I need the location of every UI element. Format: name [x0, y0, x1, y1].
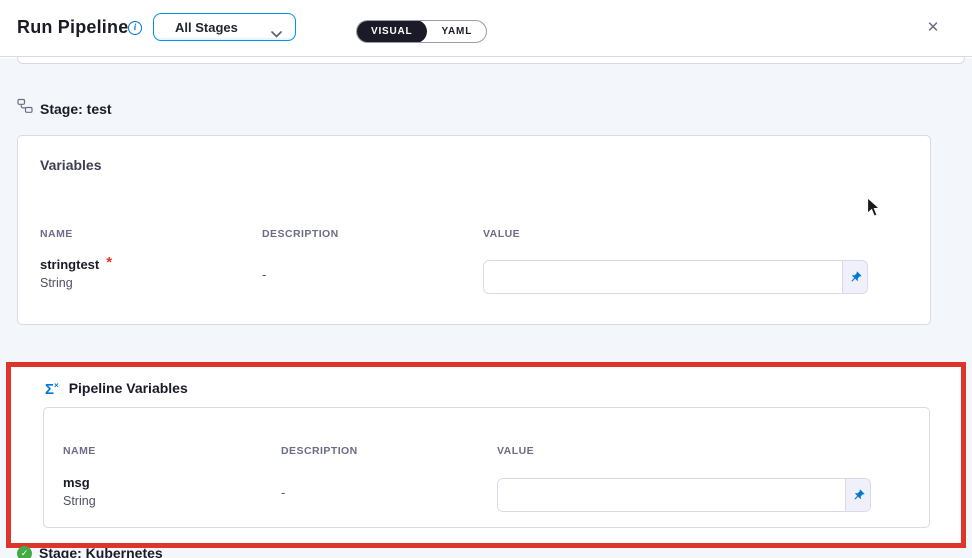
value-input-group	[483, 260, 868, 294]
tab-yaml[interactable]: YAML	[427, 26, 486, 37]
pipeline-variables-card: NAME DESCRIPTION VALUE msg String -	[43, 407, 930, 528]
stage-test-heading: Stage: test	[17, 98, 112, 119]
stage-selector-value: All Stages	[154, 20, 238, 35]
variable-name: msg	[63, 475, 90, 490]
table-row: msg String	[63, 475, 96, 508]
variable-name: stringtest	[40, 257, 99, 272]
run-pipeline-dialog: Run Pipeline i All Stages VISUAL YAML ✕	[0, 0, 972, 558]
dialog-header: Run Pipeline i All Stages VISUAL YAML ✕	[0, 0, 972, 57]
tab-visual[interactable]: VISUAL	[356, 20, 427, 43]
chevron-down-icon	[271, 25, 282, 43]
stage-icon	[17, 98, 33, 119]
column-header-value: VALUE	[483, 228, 520, 240]
pin-input-type-button[interactable]	[842, 261, 867, 293]
scrolled-card-fragment	[17, 57, 965, 64]
variable-type: String	[40, 276, 112, 290]
variables-card: Variables NAME DESCRIPTION VALUE stringt…	[17, 135, 931, 325]
info-icon[interactable]: i	[128, 21, 142, 35]
stage-kubernetes-heading: ✓ Stage: Kubernetes	[17, 545, 163, 558]
dialog-content: Stage: test Variables NAME DESCRIPTION V…	[0, 58, 972, 558]
variable-description: -	[281, 485, 285, 500]
close-icon[interactable]: ✕	[920, 15, 946, 41]
pipeline-variables-heading: Σ× Pipeline Variables	[45, 379, 188, 397]
required-asterisk: *	[106, 257, 112, 269]
stringtest-value-input[interactable]	[484, 261, 842, 293]
column-header-value: VALUE	[497, 445, 534, 457]
variable-description: -	[262, 267, 266, 282]
pushpin-icon	[846, 268, 864, 286]
pipeline-variables-highlight: Σ× Pipeline Variables NAME DESCRIPTION V…	[6, 362, 966, 548]
stage-selector-dropdown[interactable]: All Stages	[153, 13, 296, 41]
column-header-name: NAME	[40, 228, 73, 240]
stage-kubernetes-label: Stage: Kubernetes	[39, 545, 163, 558]
msg-value-input[interactable]	[498, 479, 845, 511]
column-header-name: NAME	[63, 445, 96, 457]
column-header-description: DESCRIPTION	[262, 228, 339, 240]
pin-input-type-button[interactable]	[845, 479, 870, 511]
table-row: stringtest * String	[40, 257, 112, 290]
variables-card-title: Variables	[40, 157, 102, 173]
variable-type: String	[63, 494, 96, 508]
visual-yaml-toggle: VISUAL YAML	[356, 20, 487, 43]
pipeline-variables-title: Pipeline Variables	[69, 380, 188, 396]
value-input-group	[497, 478, 871, 512]
sigma-variables-icon: Σ×	[45, 379, 59, 397]
success-check-icon: ✓	[17, 546, 32, 558]
stage-test-label: Stage: test	[40, 101, 112, 117]
page-title: Run Pipeline	[17, 17, 128, 38]
column-header-description: DESCRIPTION	[281, 445, 358, 457]
pushpin-icon	[849, 486, 867, 504]
